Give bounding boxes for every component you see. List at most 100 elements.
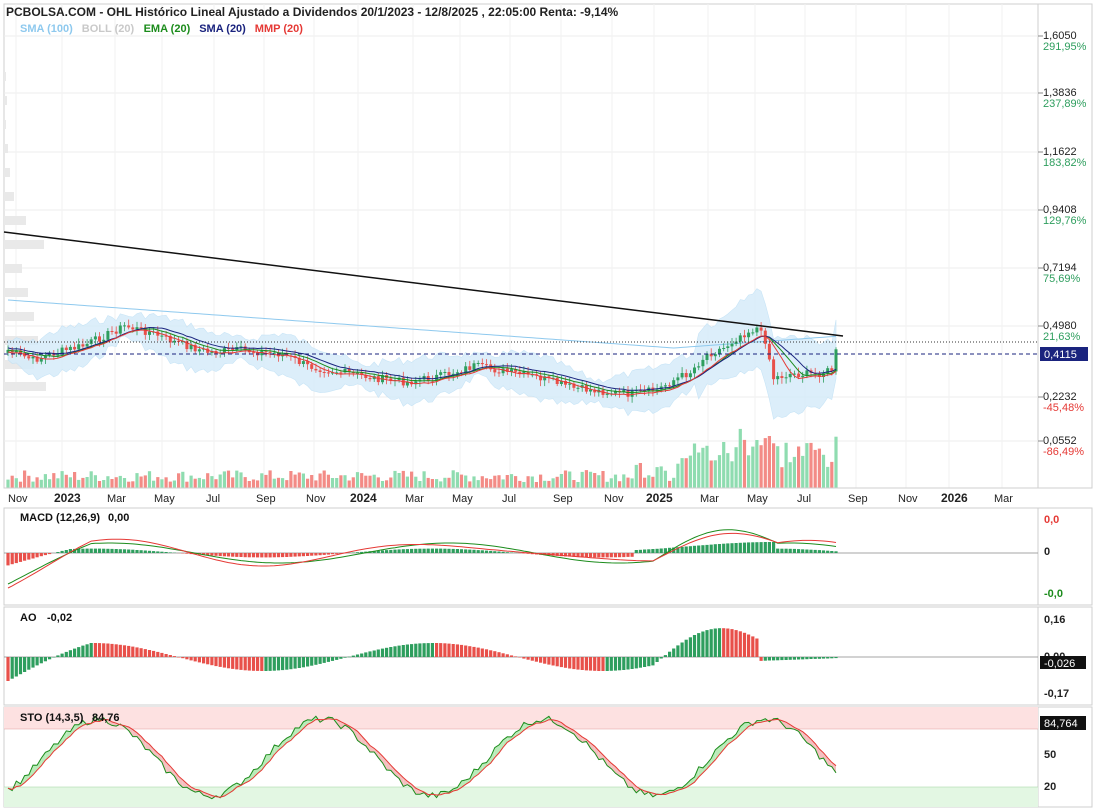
indicator-legend: SMA (100) BOLL (20) EMA (20) SMA (20) MMP (2… [20,23,303,35]
candle-body [672,380,676,386]
macd-bar [489,550,493,553]
ao-bar [81,645,85,657]
ao-bar [231,657,235,669]
candle-body [726,346,730,348]
time-label-13: 2025 [646,491,673,505]
volume-bar [326,474,330,488]
ao-bar [742,632,747,657]
pct-level-6: -45,48% [1043,402,1084,414]
volume-bar [797,446,801,488]
ao-bar [772,657,776,661]
candle-body [118,325,122,334]
macd-bar [85,548,89,553]
ao-bar [722,628,726,657]
macd-bar [697,545,701,553]
candle-body [64,347,68,350]
macd-bar [505,552,509,553]
candle-body [447,372,451,376]
candle-body [239,346,243,348]
macd-bar [285,553,289,557]
volume-bar [318,473,322,488]
macd-bar [817,550,821,553]
volume-bar [14,478,18,488]
ao-bar [576,657,580,670]
volume-bar [139,476,143,488]
macd-bar [634,550,638,553]
volume-bar [239,472,243,488]
macd-bar [618,553,622,558]
volume-bar [268,470,272,488]
ao-bar [817,657,821,659]
ao-bar [376,649,380,657]
ao-bar [106,643,110,657]
ao-bar [193,657,197,662]
macd-label: MACD (12,26,9) [20,512,100,524]
ao-bar [110,643,114,657]
volume-bar [767,436,771,488]
volume-bar [530,476,534,488]
ao-bar [218,657,222,667]
ao-bar [385,647,389,657]
macd-bar [443,548,447,553]
macd-bar [747,542,751,553]
macd-bar [272,553,276,558]
candle-body [98,336,101,342]
macd-bar [256,553,260,558]
ao-bar [276,657,281,671]
ao-axis-label-0: 0,16 [1044,614,1065,626]
candle-body [668,385,672,387]
ao-bar [364,652,368,657]
ao-bar [372,650,376,657]
macd-bar [380,550,385,553]
ao-bar [168,655,172,657]
ao-bar [447,643,451,657]
ao-bar [418,643,422,657]
volume-profile-bar [4,382,46,391]
volume-bar [776,446,780,488]
macd-bar [6,553,10,566]
candle-body [106,331,110,340]
macd-bar [655,548,659,553]
volume-bar [651,476,655,488]
volume-bar [572,480,576,488]
ao-bar [114,644,118,657]
ao-bar [143,649,147,657]
ao-bar [647,657,651,667]
macd-bar [239,553,243,557]
macd-bar [260,553,264,558]
macd-bar [310,553,314,556]
candle-body [31,356,35,359]
volume-bar [697,452,701,488]
volume-bar [805,443,809,488]
ao-bar [239,657,243,670]
ao-bar [489,650,493,657]
volume-bar [626,477,630,488]
ao-bar [147,650,152,657]
volume-bar [164,477,168,488]
candle-body [189,344,193,350]
macd-bar [281,553,285,558]
candle-body [730,343,734,347]
macd-bar [106,548,110,553]
volume-bar [243,477,247,488]
macd-bar [821,550,826,553]
candle-body [301,361,305,364]
ao-bar [805,657,809,660]
ao-bar [435,643,439,657]
ao-bar [256,657,260,671]
ao-bar [289,657,293,670]
macd-bar [439,548,443,553]
ao-bar [368,651,372,657]
volume-bar [52,473,56,488]
volume-bar [156,477,160,488]
candle-body [555,377,559,384]
macd-bar [426,548,430,553]
ao-bar [680,642,684,657]
macd-bar [218,553,222,557]
ao-bar [788,657,792,660]
candle-body [127,325,131,328]
volume-bar [439,481,443,488]
volume-bar [405,476,409,488]
macd-bar [797,549,801,553]
volume-bar [543,480,547,488]
